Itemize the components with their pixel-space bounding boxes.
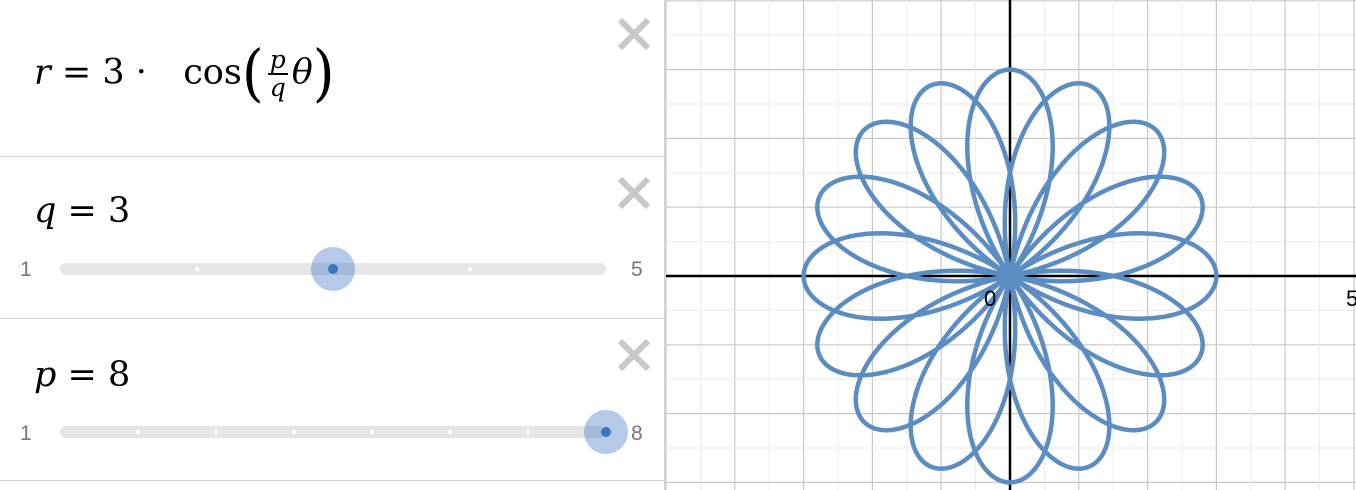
slider-q-name: q	[34, 191, 57, 231]
slider-p-min[interactable]: 1	[20, 422, 32, 446]
fraction-denominator: q	[269, 73, 286, 102]
slider-p-equals: =	[67, 355, 97, 395]
expression-row-slider-q[interactable]: q = 3 1 5	[0, 157, 664, 319]
delete-expression-1-button[interactable]	[612, 12, 656, 56]
slider-q-equals: =	[67, 191, 97, 231]
slider-tick	[467, 267, 472, 271]
close-icon	[617, 338, 651, 372]
slider-p-math[interactable]: p = 8	[34, 358, 130, 393]
expression-row-equation[interactable]: r = 3 · cos(p q θ)	[0, 0, 664, 157]
slider-p-thumb-dot	[601, 427, 611, 437]
slider-q-thumb[interactable]	[311, 247, 355, 291]
equation-equals: =	[61, 52, 92, 93]
equation-theta: θ	[291, 52, 313, 93]
slider-p-thumb[interactable]	[584, 410, 628, 454]
equation-lhs: r	[34, 52, 51, 93]
fraction-numerator: p	[269, 44, 286, 74]
equation-dot: ·	[135, 52, 147, 93]
slider-tick	[194, 267, 199, 271]
slider-tick	[136, 430, 140, 434]
left-paren: (	[241, 37, 264, 110]
slider-q-math[interactable]: q = 3	[34, 194, 130, 229]
slider-q-thumb-dot	[328, 264, 338, 274]
equation-function: cos	[183, 52, 242, 93]
close-icon	[617, 176, 651, 210]
slider-q-max[interactable]: 5	[631, 258, 643, 282]
slider-q-min[interactable]: 1	[20, 258, 32, 282]
expression-row-slider-p[interactable]: p = 8 1 8	[0, 319, 664, 481]
slider-p-name: p	[34, 355, 57, 395]
slider-p-max[interactable]: 8	[631, 422, 643, 446]
delete-expression-3-button[interactable]	[612, 333, 656, 377]
slider-tick	[370, 430, 374, 434]
slider-p-value: 8	[108, 355, 131, 395]
origin-label: 0	[984, 286, 996, 311]
slider-tick	[292, 430, 296, 434]
right-paren: )	[312, 37, 335, 110]
x-axis-label-5: 5	[1346, 286, 1356, 311]
slider-q-value: 3	[108, 191, 131, 231]
slider-tick	[214, 430, 218, 434]
slider-p-track[interactable]	[60, 426, 606, 438]
graph-paper[interactable]: 0 5	[666, 0, 1356, 490]
slider-tick	[448, 430, 452, 434]
equation-math[interactable]: r = 3 · cos(p q θ)	[34, 37, 335, 110]
equation-fraction: pq	[267, 44, 288, 102]
equation-coefficient: 3	[102, 52, 125, 93]
expression-list: r = 3 · cos(p q θ) q = 3 1 5 p = 8 1 8	[0, 0, 666, 490]
slider-tick	[526, 430, 530, 434]
close-icon	[617, 17, 651, 51]
delete-expression-2-button[interactable]	[612, 171, 656, 215]
graph-canvas[interactable]: 0 5	[666, 0, 1356, 490]
